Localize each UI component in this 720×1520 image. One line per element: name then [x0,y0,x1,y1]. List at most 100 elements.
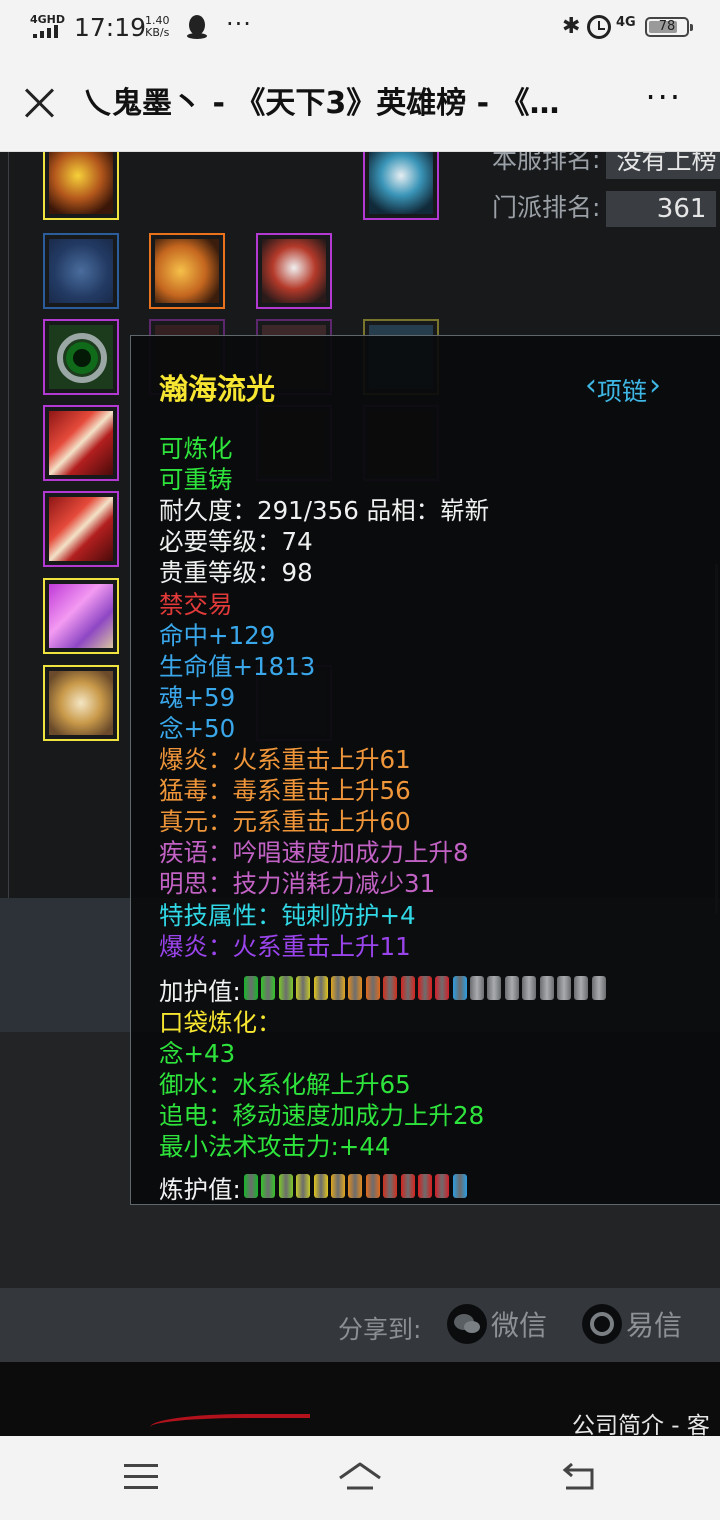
protect-value-row: 加护值: [159,973,606,1006]
bar-segment-filled [400,1174,415,1198]
bar-segment-empty [591,976,606,1000]
network-type: 4GHD [30,13,66,26]
bar-segment-empty [504,976,519,1000]
bar-segment-filled [261,1174,276,1198]
qq-penguin-icon [187,15,207,39]
system-nav-bar [0,1436,720,1520]
battery-level: 78 [658,19,676,34]
protect-bar [244,976,609,1002]
bar-segment-empty [557,976,572,1000]
share-yixin-button[interactable]: 易信 [582,1302,682,1346]
item-attribute-line: 耐久度：291/356 品相：崭新 [159,496,490,526]
pocket-attribute-line: 念+43 [159,1039,236,1068]
silver-blade-icon[interactable] [363,152,439,220]
refine-bar [244,1174,470,1200]
bar-segment-filled [330,1174,345,1198]
bluetooth-icon: ✱ [562,14,581,39]
item-attribute-line: 命中+129 [159,620,276,650]
bar-segment-empty [470,976,485,1000]
item-slot: 项链 [585,368,661,408]
share-wechat-button[interactable]: 微信 [447,1302,547,1346]
close-button[interactable] [22,84,58,120]
item-attribute-line: 魂+59 [159,682,236,712]
bar-segment-filled [330,976,345,1000]
pocket-attribute-line: 御水：水系化解上升65 [159,1070,411,1099]
pocket-attribute-line: 追电：移动速度加成力上升28 [159,1101,485,1130]
item-attribute-line: 贵重等级：98 [159,558,313,588]
bar-segment-filled [417,976,432,1000]
bar-segment-filled [435,1174,450,1198]
bar-segment-empty [487,976,502,1000]
share-yixin-label: 易信 [626,1309,683,1342]
bar-segment-empty [522,976,537,1000]
item-name: 瀚海流光 [159,372,276,406]
item-attribute-line: 禁交易 [159,589,233,619]
red-sash-icon[interactable] [43,405,119,481]
golden-wings-icon[interactable] [149,233,225,309]
item-attribute-line: 可重铸 [159,465,233,495]
bar-segment-filled [348,976,363,1000]
bar-segment-empty [574,976,589,1000]
bar-segment-filled [313,976,328,1000]
pocket-attribute-line: 最小法术攻击力:+44 [159,1132,391,1161]
bar-segment-filled [452,1174,467,1198]
network-type-right: 4G [616,15,636,30]
status-bar: 4GHD 17:19 1.40 KB/s ··· ✱ 4G 78 [0,0,720,56]
menu-icon[interactable] [124,1464,158,1490]
bar-segment-filled [313,1174,328,1198]
bar-segment-filled [365,1174,380,1198]
bar-segment-filled [296,1174,311,1198]
bar-segment-filled [244,976,258,1000]
share-bar: 分享到: 微信 易信 [0,1288,720,1362]
back-icon[interactable] [560,1462,598,1492]
bar-segment-filled [278,1174,293,1198]
red-sash-icon[interactable] [43,491,119,567]
item-attribute-line: 疾语：吟唱速度加成力上升8 [159,838,469,868]
refine-value-row: 炼护值: [159,1171,467,1204]
browser-toolbar: 乀鬼墨丶 - 《天下3》英雄榜 - 《… ··· [0,56,720,152]
bar-segment-filled [417,1174,432,1198]
alarm-icon [587,15,611,39]
share-wechat-label: 微信 [491,1309,548,1342]
bar-segment-filled [244,1174,258,1198]
item-attribute-line: 爆炎：火系重击上升61 [159,745,411,774]
battery-icon: 78 [645,17,693,37]
bar-segment-filled [365,976,380,1000]
page-title: 乀鬼墨丶 - 《天下3》英雄榜 - 《… [82,86,560,121]
item-attribute-line: 必要等级：74 [159,527,313,557]
item-attribute-line: 爆炎：火系重击上升11 [159,931,411,961]
item-attribute-line: 生命值+1813 [159,651,316,681]
item-attribute-line: 真元：元系重击上升60 [159,807,411,837]
pink-fan-icon[interactable] [43,578,119,654]
flame-token-icon[interactable] [43,152,119,220]
server-rank-row: 本服排名: 没有上榜 [492,152,720,179]
item-attribute-line: 特技属性：钝刺防护+4 [159,900,416,930]
wechat-icon [447,1304,487,1344]
footer: 公司简介 - 客 [0,1362,720,1436]
golden-disc-icon[interactable] [43,665,119,741]
bar-segment-filled [383,1174,398,1198]
item-attribute-line: 念+50 [159,713,236,743]
clock: 17:19 [74,13,147,42]
signal-icon [33,25,63,38]
bar-segment-filled [400,976,415,1000]
blue-swirl-icon[interactable] [43,233,119,309]
sect-rank-label: 门派排名: [492,193,601,222]
green-ring-icon[interactable] [43,319,119,395]
more-options-button[interactable]: ··· [645,78,682,116]
sect-rank-value: 361 [606,191,717,227]
item-attribute-line: 明思：技力消耗力减少31 [159,869,436,899]
yixin-icon [582,1304,622,1344]
netease-logo [150,1414,310,1436]
bar-segment-filled [278,976,293,1000]
home-icon[interactable] [337,1460,383,1494]
bar-segment-filled [296,976,311,1000]
item-attribute-line: 猛毒：毒系重击上升56 [159,776,411,806]
notification-more-icon: ··· [226,10,252,38]
net-speed: 1.40 KB/s [145,15,170,39]
white-tiger-armor-icon[interactable] [256,233,332,309]
bar-segment-filled [435,976,450,1000]
bar-segment-filled [348,1174,363,1198]
refine-label: 炼护值: [159,1175,241,1204]
company-intro-link[interactable]: 公司简介 - 客 [572,1406,710,1436]
